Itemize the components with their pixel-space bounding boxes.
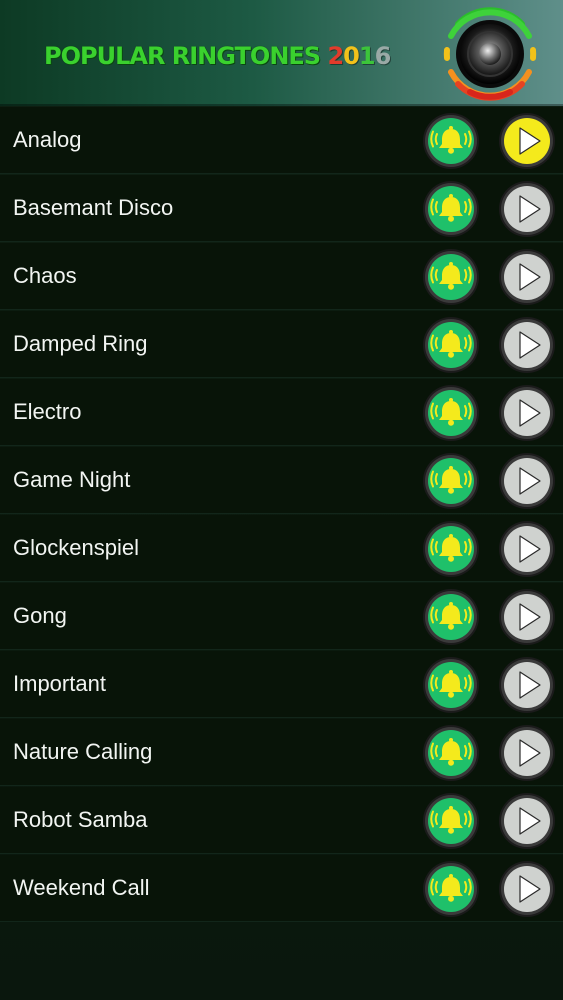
play-icon [499, 589, 555, 645]
bell-ringing-icon [423, 861, 479, 917]
ringtone-name: Basemant Disco [13, 195, 174, 220]
play-button[interactable] [498, 860, 556, 918]
bell-ringing-icon [423, 453, 479, 509]
ringtone-list: Analog Basemant Disco Chaos Damped Ring … [0, 107, 563, 923]
set-ringtone-button[interactable] [422, 248, 480, 306]
set-ringtone-button[interactable] [422, 588, 480, 646]
bell-ringing-icon [423, 725, 479, 781]
year-digit: 0 [343, 42, 360, 70]
play-icon [499, 249, 555, 305]
play-button[interactable] [498, 656, 556, 714]
ringtone-row[interactable]: Damped Ring [0, 311, 563, 378]
play-icon [499, 181, 555, 237]
ringtone-name: Damped Ring [13, 331, 148, 356]
play-button[interactable] [498, 316, 556, 374]
play-icon [499, 521, 555, 577]
bell-ringing-icon [423, 249, 479, 305]
set-ringtone-button[interactable] [422, 112, 480, 170]
bell-ringing-icon [423, 317, 479, 373]
play-button[interactable] [498, 384, 556, 442]
play-button[interactable] [498, 724, 556, 782]
app-title-year: 2016 [327, 42, 391, 70]
year-digit: 6 [374, 42, 392, 70]
play-button[interactable] [498, 452, 556, 510]
play-button[interactable] [498, 112, 556, 170]
year-digit: 2 [327, 42, 344, 70]
play-icon [499, 317, 555, 373]
ringtone-name: Gong [13, 603, 67, 628]
bell-ringing-icon [423, 793, 479, 849]
bell-ringing-icon [423, 589, 479, 645]
ringtone-name: Analog [13, 127, 82, 152]
app-screen: POPULAR RINGTONES 2016 Analog Basemant D… [0, 0, 563, 1000]
ringtone-row[interactable]: Important [0, 651, 563, 718]
bell-ringing-icon [423, 521, 479, 577]
set-ringtone-button[interactable] [422, 452, 480, 510]
app-header: POPULAR RINGTONES 2016 [0, 0, 563, 106]
ringtone-name: Chaos [13, 263, 77, 288]
play-button[interactable] [498, 792, 556, 850]
play-button[interactable] [498, 520, 556, 578]
ringtone-row[interactable]: Analog [0, 107, 563, 174]
ringtone-row[interactable]: Basemant Disco [0, 175, 563, 242]
ringtone-name: Game Night [13, 467, 131, 492]
speaker-icon [442, 6, 538, 102]
ringtone-row[interactable]: Nature Calling [0, 719, 563, 786]
ringtone-name: Electro [13, 399, 82, 424]
bell-ringing-icon [423, 385, 479, 441]
set-ringtone-button[interactable] [422, 316, 480, 374]
ringtone-row[interactable]: Chaos [0, 243, 563, 310]
play-button[interactable] [498, 588, 556, 646]
set-ringtone-button[interactable] [422, 860, 480, 918]
play-button[interactable] [498, 180, 556, 238]
app-title: POPULAR RINGTONES 2016 [44, 38, 391, 74]
play-icon [499, 385, 555, 441]
set-ringtone-button[interactable] [422, 656, 480, 714]
bell-ringing-icon [423, 113, 479, 169]
play-icon [499, 657, 555, 713]
ringtone-row[interactable]: Game Night [0, 447, 563, 514]
ringtone-row[interactable]: Gong [0, 583, 563, 650]
play-icon [499, 861, 555, 917]
play-icon [499, 453, 555, 509]
play-icon [499, 113, 555, 169]
year-digit: 1 [358, 42, 376, 70]
ringtone-row[interactable]: Weekend Call [0, 855, 563, 922]
play-icon [499, 725, 555, 781]
set-ringtone-button[interactable] [422, 724, 480, 782]
ringtone-name: Robot Samba [13, 807, 148, 832]
ringtone-name: Weekend Call [13, 875, 150, 900]
bell-ringing-icon [423, 181, 479, 237]
ringtone-row[interactable]: Glockenspiel [0, 515, 563, 582]
ringtone-name: Nature Calling [13, 739, 153, 764]
play-button[interactable] [498, 248, 556, 306]
set-ringtone-button[interactable] [422, 180, 480, 238]
set-ringtone-button[interactable] [422, 520, 480, 578]
ringtone-name: Glockenspiel [13, 535, 139, 560]
ringtone-row[interactable]: Electro [0, 379, 563, 446]
set-ringtone-button[interactable] [422, 792, 480, 850]
ringtone-name: Important [13, 671, 106, 696]
ringtone-row[interactable]: Robot Samba [0, 787, 563, 854]
play-icon [499, 793, 555, 849]
bell-ringing-icon [423, 657, 479, 713]
set-ringtone-button[interactable] [422, 384, 480, 442]
app-title-main: POPULAR RINGTONES [44, 42, 321, 70]
